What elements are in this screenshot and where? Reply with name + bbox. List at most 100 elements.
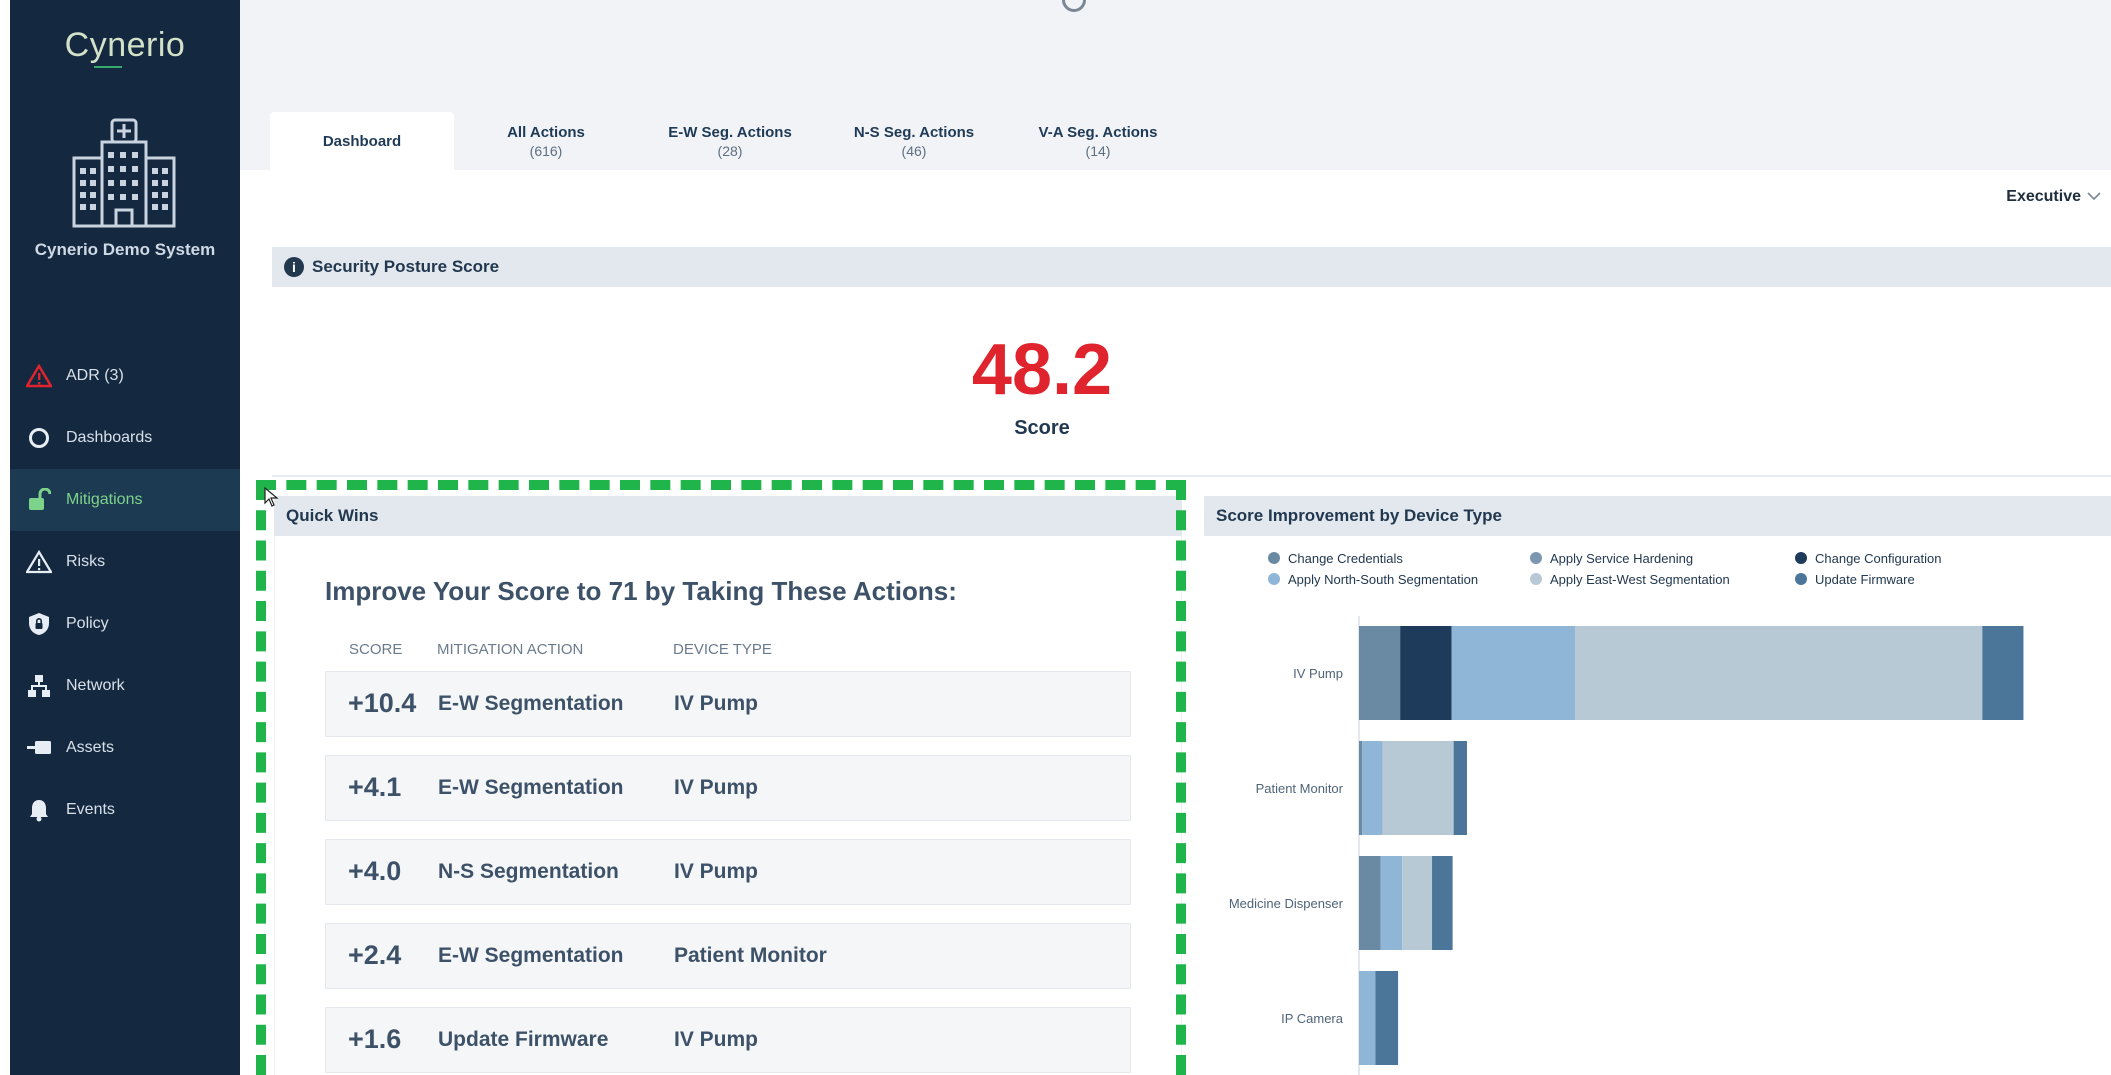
circle-icon (26, 425, 52, 451)
tab-label: All Actions (507, 123, 585, 141)
legend-label[interactable]: Change Configuration (1815, 551, 1941, 566)
score-label: Score (1014, 417, 1070, 439)
score-improvement-header: Score Improvement by Device Type (1204, 496, 2111, 536)
brand-underline (94, 66, 122, 68)
hospital-icon (72, 118, 176, 228)
sidebar-item-label: Risks (66, 553, 106, 570)
quick-win-row[interactable]: +10.4 E-W Segmentation IV Pump (325, 671, 1131, 737)
legend-marker (1268, 573, 1280, 585)
column-header-action: MITIGATION ACTION (437, 641, 584, 658)
sidebar-item-label: Network (66, 677, 125, 694)
tab-label: Dashboard (322, 132, 402, 150)
row-action: N-S Segmentation (438, 860, 619, 883)
category-label: IP Camera (1281, 1011, 1344, 1026)
quick-wins-panel: Improve Your Score to 71 by Taking These… (274, 536, 1182, 1075)
legend-marker (1795, 552, 1807, 564)
legend-marker (1530, 552, 1542, 564)
row-score: +4.0 (348, 856, 402, 886)
sidebar-item-label: Events (66, 801, 115, 818)
sidebar-item-label: Mitigations (66, 491, 143, 508)
tab-count: (14) (1085, 142, 1111, 159)
row-score: +10.4 (348, 688, 417, 718)
row-action: E-W Segmentation (438, 944, 624, 967)
sidebar: Cynerio Cynerio Demo System ADR (3) Dash… (10, 0, 240, 1075)
category-label: Patient Monitor (1256, 781, 1344, 796)
warning-icon (26, 363, 52, 389)
row-device: Patient Monitor (674, 944, 827, 967)
mouse-cursor-icon (264, 487, 279, 507)
quick-win-row[interactable]: +4.1 E-W Segmentation IV Pump (325, 755, 1131, 821)
bar-segment[interactable] (1982, 626, 2024, 720)
tab-ew-seg-actions[interactable]: E-W Seg. Actions (28) (638, 112, 822, 170)
quick-wins-header: Quick Wins (274, 496, 1182, 536)
score-improvement-title: Score Improvement by Device Type (1216, 506, 1502, 525)
sidebar-item-network[interactable]: Network (10, 655, 240, 717)
category-label: Medicine Dispenser (1229, 896, 1344, 911)
legend-marker (1530, 573, 1542, 585)
bar-segment[interactable] (1380, 856, 1403, 950)
bar-segment[interactable] (1359, 741, 1363, 835)
tab-va-seg-actions[interactable]: V-A Seg. Actions (14) (1006, 112, 1190, 170)
legend-marker (1268, 552, 1280, 564)
sidebar-nav: ADR (3) Dashboards Mitigations Risks Pol… (10, 345, 240, 841)
quick-win-row[interactable]: +2.4 E-W Segmentation Patient Monitor (325, 923, 1131, 989)
security-posture-title: Security Posture Score (312, 257, 500, 276)
legend-label[interactable]: Apply Service Hardening (1550, 551, 1693, 566)
sidebar-item-label: Assets (66, 739, 115, 756)
bar-segment[interactable] (1432, 856, 1453, 950)
legend-marker (1795, 573, 1807, 585)
row-device: IV Pump (674, 776, 759, 799)
bar-segment[interactable] (1453, 741, 1467, 835)
sidebar-item-risks[interactable]: Risks (10, 531, 240, 593)
sidebar-item-label: Policy (66, 615, 109, 632)
bar-segment[interactable] (1400, 626, 1452, 720)
shield-icon (26, 611, 52, 637)
tab-label: E-W Seg. Actions (668, 123, 792, 141)
loading-spinner-icon (1062, 0, 1086, 12)
quick-wins-heading: Improve Your Score to 71 by Taking These… (325, 576, 957, 606)
sidebar-item-mitigations[interactable]: Mitigations (10, 469, 240, 531)
row-action: E-W Segmentation (438, 692, 624, 715)
score-improvement-chart: Change Credentials Apply Service Hardenin… (1204, 536, 2111, 1075)
security-posture-header: i Security Posture Score (272, 247, 2111, 287)
row-score: +2.4 (348, 940, 402, 970)
bar-segment[interactable] (1402, 856, 1433, 950)
sidebar-item-assets[interactable]: Assets (10, 717, 240, 779)
row-score: +1.6 (348, 1024, 402, 1054)
tab-ns-seg-actions[interactable]: N-S Seg. Actions (46) (822, 112, 1006, 170)
top-bar: Dashboard All Actions (616) E-W Seg. Act… (240, 0, 2111, 170)
legend-label[interactable]: Apply East-West Segmentation (1550, 572, 1730, 587)
view-selector-label: Executive (2006, 188, 2081, 205)
bar-segment[interactable] (1359, 971, 1376, 1065)
sidebar-item-dashboards[interactable]: Dashboards (10, 407, 240, 469)
bar-segment[interactable] (1359, 856, 1381, 950)
tab-bar: Dashboard All Actions (616) E-W Seg. Act… (270, 112, 1190, 170)
bar-segment[interactable] (1359, 626, 1401, 720)
bell-icon (26, 797, 52, 823)
quick-win-row[interactable]: +4.0 N-S Segmentation IV Pump (325, 839, 1131, 905)
sidebar-item-policy[interactable]: Policy (10, 593, 240, 655)
sidebar-item-events[interactable]: Events (10, 779, 240, 841)
info-icon[interactable]: i (284, 257, 304, 277)
stacked-bar-chart: Change Credentials Apply Service Hardenin… (1229, 551, 2024, 1075)
category-label: IV Pump (1293, 666, 1343, 681)
view-selector[interactable]: Executive (2006, 188, 2101, 206)
bar-segment[interactable] (1375, 971, 1399, 1065)
sidebar-item-adr[interactable]: ADR (3) (10, 345, 240, 407)
org-name: Cynerio Demo System (34, 240, 216, 259)
legend-label[interactable]: Change Credentials (1288, 551, 1403, 566)
bar-segment[interactable] (1575, 626, 1983, 720)
tab-count: (28) (717, 142, 743, 159)
tab-dashboard[interactable]: Dashboard (270, 112, 454, 170)
tab-all-actions[interactable]: All Actions (616) (454, 112, 638, 170)
bar-segment[interactable] (1451, 626, 1575, 720)
security-posture-panel: 48.2 Score (272, 287, 2111, 477)
legend-label[interactable]: Apply North-South Segmentation (1288, 572, 1478, 587)
legend-label[interactable]: Update Firmware (1815, 572, 1915, 587)
bar-segment[interactable] (1362, 741, 1383, 835)
bar-segment[interactable] (1382, 741, 1454, 835)
row-device: IV Pump (674, 860, 759, 883)
quick-wins-title: Quick Wins (286, 506, 379, 525)
quick-win-row[interactable]: +1.6 Update Firmware IV Pump (325, 1007, 1131, 1073)
warning-outline-icon (26, 549, 52, 575)
